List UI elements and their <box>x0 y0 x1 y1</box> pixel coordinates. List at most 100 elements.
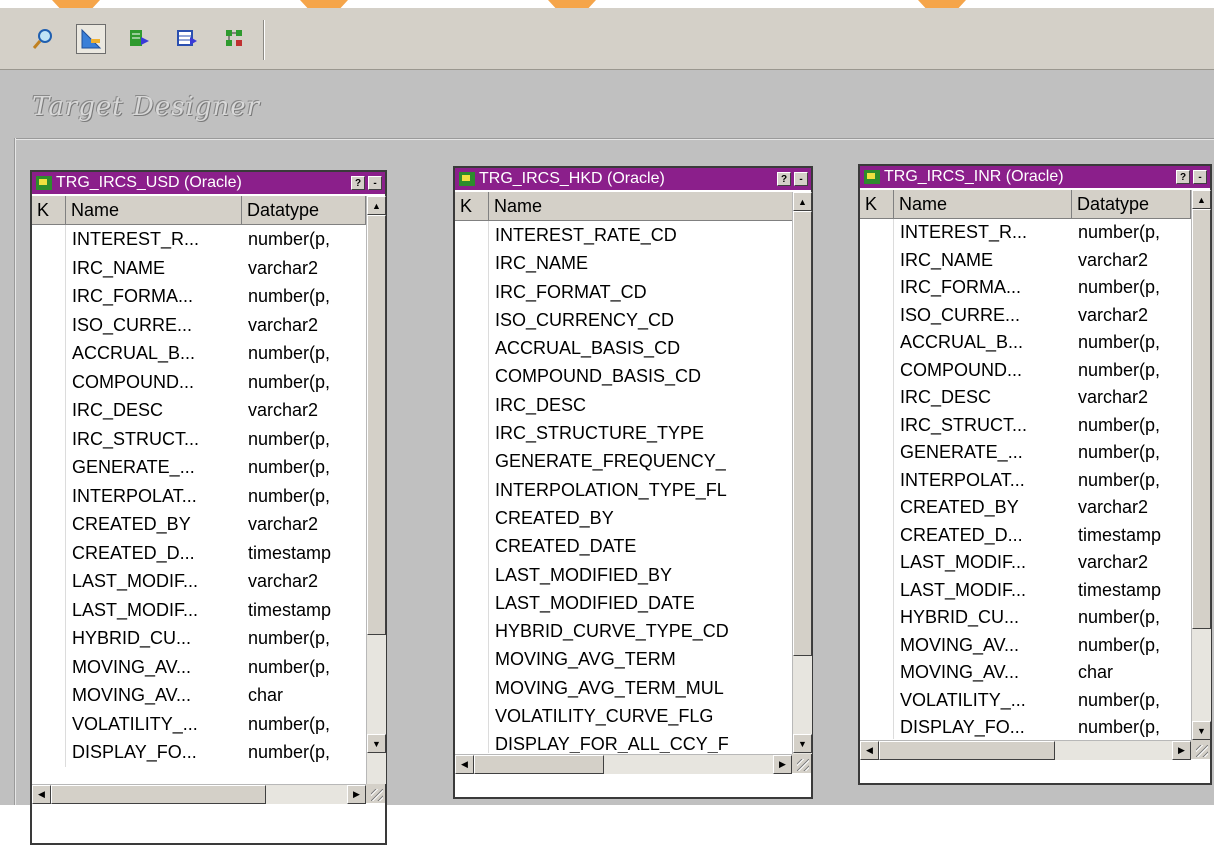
table-row[interactable]: IRC_FORMAT_CD <box>455 277 792 306</box>
scroll-right-arrow-icon[interactable]: ▶ <box>1172 741 1191 760</box>
table-row[interactable]: MOVING_AV... number(p, <box>860 631 1191 659</box>
column-header-name[interactable]: Name <box>894 190 1072 218</box>
scroll-down-arrow-icon[interactable]: ▼ <box>793 734 812 753</box>
resize-grip-icon[interactable] <box>366 784 385 803</box>
resize-grip-icon[interactable] <box>1191 740 1210 759</box>
table-row[interactable]: LAST_MODIF... timestamp <box>860 576 1191 604</box>
table-row[interactable]: IRC_DESC varchar2 <box>32 396 366 425</box>
table-row[interactable]: ACCRUAL_B... number(p, <box>32 339 366 368</box>
table-row[interactable]: ISO_CURRENCY_CD <box>455 305 792 335</box>
target-designer-button[interactable] <box>76 24 106 54</box>
mapplet-designer-button[interactable] <box>172 24 202 54</box>
table-row[interactable]: HYBRID_CU... number(p, <box>32 624 366 653</box>
table-row[interactable]: MOVING_AVG_TERM <box>455 645 792 674</box>
table-row[interactable]: LAST_MODIFIED_DATE <box>455 588 792 618</box>
scroll-thumb[interactable] <box>1192 209 1211 629</box>
table-title-bar[interactable]: TRG_IRCS_USD (Oracle) ? - <box>32 172 385 194</box>
column-header-datatype[interactable]: Datatype <box>242 196 366 224</box>
table-row[interactable]: IRC_STRUCT... number(p, <box>860 411 1191 439</box>
table-row[interactable]: ACCRUAL_BASIS_CD <box>455 334 792 363</box>
table-trg-ircs-inr[interactable]: TRG_IRCS_INR (Oracle) ? - K Name Datatyp… <box>858 164 1212 785</box>
minimize-button[interactable]: - <box>794 172 808 186</box>
table-row[interactable]: ISO_CURRE... varchar2 <box>860 301 1191 329</box>
table-row[interactable]: GENERATE_FREQUENCY_ <box>455 447 792 476</box>
table-row[interactable]: CREATED_DATE <box>455 532 792 561</box>
scroll-thumb[interactable] <box>367 215 386 635</box>
horizontal-scroll-thumb[interactable] <box>879 741 1055 760</box>
scroll-up-arrow-icon[interactable]: ▲ <box>793 192 812 211</box>
transformation-developer-button[interactable] <box>124 24 154 54</box>
table-row[interactable]: VOLATILITY_CURVE_FLG <box>455 702 792 731</box>
table-row[interactable]: DISPLAY_FO... number(p, <box>860 714 1191 739</box>
table-row[interactable]: INTERPOLAT... number(p, <box>32 481 366 510</box>
column-header-key[interactable]: K <box>455 192 489 220</box>
horizontal-scrollbar[interactable]: ◀ ▶ <box>860 740 1191 760</box>
table-row[interactable]: VOLATILITY_... number(p, <box>860 686 1191 714</box>
scroll-left-arrow-icon[interactable]: ◀ <box>32 785 51 804</box>
table-row[interactable]: IRC_FORMA... number(p, <box>32 282 366 311</box>
table-row[interactable]: CREATED_D... timestamp <box>32 538 366 567</box>
table-row[interactable]: COMPOUND... number(p, <box>860 356 1191 384</box>
scroll-left-arrow-icon[interactable]: ◀ <box>455 755 474 774</box>
vertical-scrollbar[interactable]: ▲ ▼ <box>366 196 386 784</box>
horizontal-scrollbar[interactable]: ◀ ▶ <box>32 784 366 804</box>
help-button[interactable]: ? <box>1176 170 1190 184</box>
resize-grip-icon[interactable] <box>792 754 811 773</box>
table-trg-ircs-usd[interactable]: TRG_IRCS_USD (Oracle) ? - K Name Datatyp… <box>30 170 387 845</box>
table-row[interactable]: LAST_MODIF... timestamp <box>32 595 366 624</box>
table-row[interactable]: LAST_MODIF... varchar2 <box>860 549 1191 577</box>
table-row[interactable]: LAST_MODIFIED_BY <box>455 560 792 589</box>
table-row[interactable]: COMPOUND... number(p, <box>32 367 366 396</box>
scroll-right-arrow-icon[interactable]: ▶ <box>773 755 792 774</box>
scroll-right-arrow-icon[interactable]: ▶ <box>347 785 366 804</box>
table-row[interactable]: INTEREST_R... number(p, <box>32 225 366 254</box>
table-row[interactable]: CREATED_BY varchar2 <box>860 494 1191 522</box>
scroll-down-arrow-icon[interactable]: ▼ <box>367 734 386 753</box>
table-row[interactable]: IRC_NAME varchar2 <box>32 253 366 282</box>
table-row[interactable]: HYBRID_CURVE_TYPE_CD <box>455 617 792 646</box>
table-title-bar[interactable]: TRG_IRCS_INR (Oracle) ? - <box>860 166 1210 188</box>
table-row[interactable]: IRC_DESC varchar2 <box>860 384 1191 412</box>
help-button[interactable]: ? <box>777 172 791 186</box>
help-button[interactable]: ? <box>351 176 365 190</box>
table-row[interactable]: ACCRUAL_B... number(p, <box>860 329 1191 357</box>
table-row[interactable]: GENERATE_... number(p, <box>32 453 366 482</box>
table-row[interactable]: DISPLAY_FOR_ALL_CCY_F <box>455 730 792 753</box>
table-row[interactable]: INTEREST_RATE_CD <box>455 221 792 250</box>
minimize-button[interactable]: - <box>1193 170 1207 184</box>
table-row[interactable]: INTEREST_R... number(p, <box>860 219 1191 247</box>
table-row[interactable]: GENERATE_... number(p, <box>860 439 1191 467</box>
scroll-up-arrow-icon[interactable]: ▲ <box>367 196 386 215</box>
table-row[interactable]: LAST_MODIF... varchar2 <box>32 567 366 596</box>
column-header-key[interactable]: K <box>32 196 66 224</box>
mapping-designer-button[interactable] <box>220 24 250 54</box>
table-row[interactable]: MOVING_AVG_TERM_MUL <box>455 673 792 703</box>
table-row[interactable]: INTERPOLAT... number(p, <box>860 466 1191 494</box>
horizontal-scrollbar[interactable]: ◀ ▶ <box>455 754 792 774</box>
table-trg-ircs-hkd[interactable]: TRG_IRCS_HKD (Oracle) ? - K Name INTERES… <box>453 166 813 799</box>
designer-workspace[interactable]: Target Designer TRG_IRCS_USD (Oracle) ? … <box>0 70 1214 845</box>
column-header-name[interactable]: Name <box>66 196 242 224</box>
column-header-datatype[interactable]: Datatype <box>1072 190 1191 218</box>
table-row[interactable]: ISO_CURRE... varchar2 <box>32 310 366 339</box>
column-header-key[interactable]: K <box>860 190 894 218</box>
table-row[interactable]: MOVING_AV... number(p, <box>32 652 366 681</box>
vertical-scrollbar[interactable]: ▲ ▼ <box>792 192 812 754</box>
scroll-thumb[interactable] <box>793 211 812 656</box>
table-row[interactable]: IRC_FORMA... number(p, <box>860 274 1191 302</box>
scroll-left-arrow-icon[interactable]: ◀ <box>860 741 879 760</box>
table-row[interactable]: IRC_NAME <box>455 249 792 278</box>
table-row[interactable]: MOVING_AV... char <box>32 681 366 710</box>
horizontal-scroll-thumb[interactable] <box>474 755 604 774</box>
table-row[interactable]: CREATED_BY <box>455 503 792 533</box>
vertical-scrollbar[interactable]: ▲ ▼ <box>1191 190 1211 740</box>
table-row[interactable]: COMPOUND_BASIS_CD <box>455 362 792 391</box>
column-header-name[interactable]: Name <box>489 192 792 220</box>
minimize-button[interactable]: - <box>368 176 382 190</box>
table-row[interactable]: IRC_STRUCTURE_TYPE <box>455 419 792 448</box>
table-row[interactable]: VOLATILITY_... number(p, <box>32 709 366 738</box>
table-row[interactable]: IRC_STRUCT... number(p, <box>32 424 366 453</box>
horizontal-scroll-thumb[interactable] <box>51 785 266 804</box>
table-row[interactable]: IRC_NAME varchar2 <box>860 246 1191 274</box>
table-row[interactable]: INTERPOLATION_TYPE_FL <box>455 475 792 504</box>
